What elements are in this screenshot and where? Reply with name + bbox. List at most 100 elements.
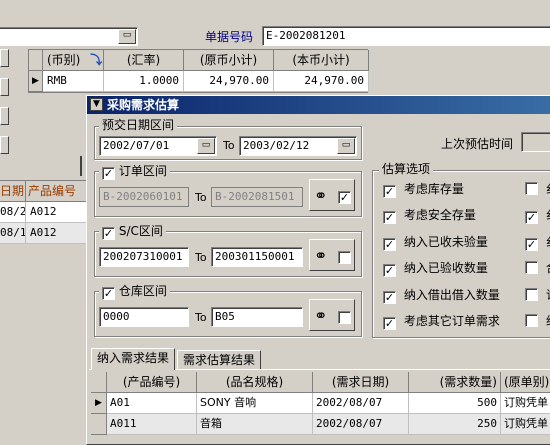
option-stock-checkbox[interactable]: ✓ xyxy=(383,185,396,198)
doc-no-field[interactable]: E-2002081201 xyxy=(262,26,550,46)
side-button-3[interactable] xyxy=(0,107,9,125)
trade-date-label: 预交日期区间 xyxy=(99,118,178,132)
option-right-1-label: 纟 xyxy=(546,182,550,196)
result-row-2-head xyxy=(91,414,107,435)
bg-grid-rowhead xyxy=(29,50,43,71)
tab-estimate-result[interactable]: 需求估算结果 xyxy=(177,350,262,370)
option-right-3-checkbox[interactable]: ✓ xyxy=(525,238,538,251)
option-other-orders[interactable]: ✓ 考虑其它订单需求 xyxy=(383,312,500,330)
bg-grid-col-local: (本币小计) xyxy=(274,50,369,71)
last-estimate-field xyxy=(521,132,550,152)
option-inspected[interactable]: ✓ 纳入已验收数量 xyxy=(383,259,488,277)
bg-cell-orig[interactable]: 24,970.00 xyxy=(184,71,274,92)
result-col-product: (产品编号) xyxy=(107,372,197,393)
side-button-2[interactable] xyxy=(0,78,9,96)
trade-date-to-calendar[interactable]: ▭ xyxy=(337,138,355,154)
option-lend-borrow-checkbox[interactable]: ✓ xyxy=(383,291,396,304)
order-range-find-button[interactable]: ⚭ ✓ xyxy=(309,179,355,211)
sc-range-checkbox[interactable]: ✓ xyxy=(102,227,115,240)
bg-grid-col-orig: (原币小计) xyxy=(184,50,274,71)
warehouse-range-from[interactable]: 0000 xyxy=(99,307,189,327)
option-safety-stock-checkbox[interactable]: ✓ xyxy=(383,211,396,224)
result-row-pointer-icon: ▶ xyxy=(91,393,107,414)
option-right-6[interactable]: 组 xyxy=(525,312,550,329)
option-right-1[interactable]: 纟 xyxy=(525,180,550,197)
result-row-2-name[interactable]: 音箱 xyxy=(197,414,313,435)
warehouse-range-label: 仓库区间 xyxy=(118,284,167,298)
option-received-unchecked-label: 纳入已收未验量 xyxy=(403,235,488,249)
bg-lower-date-1[interactable]: 08/22 xyxy=(0,202,26,223)
option-right-1-checkbox[interactable] xyxy=(525,182,538,195)
bg-lower-grid: 日期 产品编号 08/22 A012 08/19 A012 xyxy=(0,180,92,244)
order-range-header: ✓ 订单区间 xyxy=(99,164,170,180)
order-range-from[interactable]: B-2002060101 xyxy=(99,187,189,207)
bg-grid-col-currency: (币别) ⤵ xyxy=(43,50,104,71)
bg-lower-date-2[interactable]: 08/19 xyxy=(0,223,26,244)
option-right-4[interactable]: 合 xyxy=(525,259,550,276)
result-row-1-product[interactable]: A01 xyxy=(107,393,197,414)
option-inspected-checkbox[interactable]: ✓ xyxy=(383,264,396,277)
option-right-5-checkbox[interactable] xyxy=(525,288,538,301)
option-lend-borrow-label: 纳入借出借入数量 xyxy=(403,288,500,302)
option-stock-label: 考虑库存量 xyxy=(403,182,464,196)
binoculars-icon: ⚭ xyxy=(314,186,328,205)
warehouse-range-checkbox[interactable]: ✓ xyxy=(102,287,115,300)
bg-lower-product-2[interactable]: A012 xyxy=(26,223,92,244)
option-right-4-label: 合 xyxy=(546,261,550,275)
bg-lower-product-1[interactable]: A012 xyxy=(26,202,92,223)
option-lend-borrow[interactable]: ✓ 纳入借出借入数量 xyxy=(383,286,500,304)
order-range-checkbox[interactable]: ✓ xyxy=(102,167,115,180)
binoculars-icon: ⚭ xyxy=(314,306,328,325)
bg-cell-local[interactable]: 24,970.00 xyxy=(274,71,369,92)
option-stock[interactable]: ✓ 考虑库存量 xyxy=(383,180,464,198)
option-right-3[interactable]: ✓ 纟 xyxy=(525,233,550,251)
option-right-6-label: 组 xyxy=(546,314,550,328)
calendar-button[interactable]: ▭ xyxy=(118,29,136,44)
order-range-to-label: To xyxy=(195,191,207,204)
bg-grid: (币别) ⤵ (汇率) (原币小计) (本币小计) ▶ RMB 1.0000 2… xyxy=(28,49,369,93)
option-received-unchecked[interactable]: ✓ 纳入已收未验量 xyxy=(383,233,488,251)
option-right-4-checkbox[interactable] xyxy=(525,261,538,274)
refresh-icon[interactable]: ⤵ xyxy=(90,53,102,67)
warehouse-range-to-label: To xyxy=(195,311,207,324)
result-col-qty: (需求数量) xyxy=(409,372,501,393)
option-received-unchecked-checkbox[interactable]: ✓ xyxy=(383,238,396,251)
option-safety-stock-label: 考虑安全存量 xyxy=(403,208,476,222)
result-row-2-product[interactable]: A011 xyxy=(107,414,197,435)
sc-range-to[interactable]: 200301150001 xyxy=(211,247,303,267)
dialog-title-bar[interactable]: ▼ 采购需求估算 xyxy=(87,96,550,114)
result-grid-rowhead xyxy=(91,372,107,393)
result-row-2-date[interactable]: 2002/08/07 xyxy=(313,414,409,435)
warehouse-range-find-button[interactable]: ⚭ xyxy=(309,299,355,331)
order-range-find-checkbox[interactable]: ✓ xyxy=(338,191,351,204)
option-right-6-checkbox[interactable] xyxy=(525,314,538,327)
trade-date-from-calendar[interactable]: ▭ xyxy=(197,138,215,154)
tab-included-demand[interactable]: 纳入需求结果 xyxy=(91,348,176,370)
option-safety-stock[interactable]: ✓ 考虑安全存量 xyxy=(383,206,476,224)
result-row-1-date[interactable]: 2002/08/07 xyxy=(313,393,409,414)
option-right-2-checkbox[interactable]: ✓ xyxy=(525,211,538,224)
side-button-1[interactable] xyxy=(0,49,9,67)
result-row-1-qty[interactable]: 500 xyxy=(409,393,501,414)
order-range-to[interactable]: B-2002081501 xyxy=(211,187,303,207)
options-label: 估算选项 xyxy=(379,162,434,176)
result-row-1-src[interactable]: 订购凭单 xyxy=(501,393,550,414)
bg-lower-col-product: 产品编号 xyxy=(26,181,92,202)
option-right-2[interactable]: ✓ 纟 xyxy=(525,206,550,224)
option-other-orders-checkbox[interactable]: ✓ xyxy=(383,317,396,330)
warehouse-range-find-checkbox[interactable] xyxy=(338,311,351,324)
result-row-2-src[interactable]: 订购凭单 xyxy=(501,414,550,435)
option-right-5[interactable]: 订 xyxy=(525,286,550,303)
result-row-2-qty[interactable]: 250 xyxy=(409,414,501,435)
warehouse-range-to[interactable]: B05 xyxy=(211,307,303,327)
bg-cell-rate[interactable]: 1.0000 xyxy=(104,71,184,92)
sc-range-to-label: To xyxy=(195,251,207,264)
bg-cell-currency[interactable]: RMB xyxy=(43,71,104,92)
sc-range-find-checkbox[interactable] xyxy=(338,251,351,264)
sc-range-from[interactable]: 200207310001 xyxy=(99,247,189,267)
side-button-4[interactable] xyxy=(0,136,9,154)
sc-range-find-button[interactable]: ⚭ xyxy=(309,239,355,271)
result-row-1-name[interactable]: SONY 音响 xyxy=(197,393,313,414)
last-estimate-label: 上次预估时间 xyxy=(441,137,514,151)
dialog-title: 采购需求估算 xyxy=(107,98,180,112)
